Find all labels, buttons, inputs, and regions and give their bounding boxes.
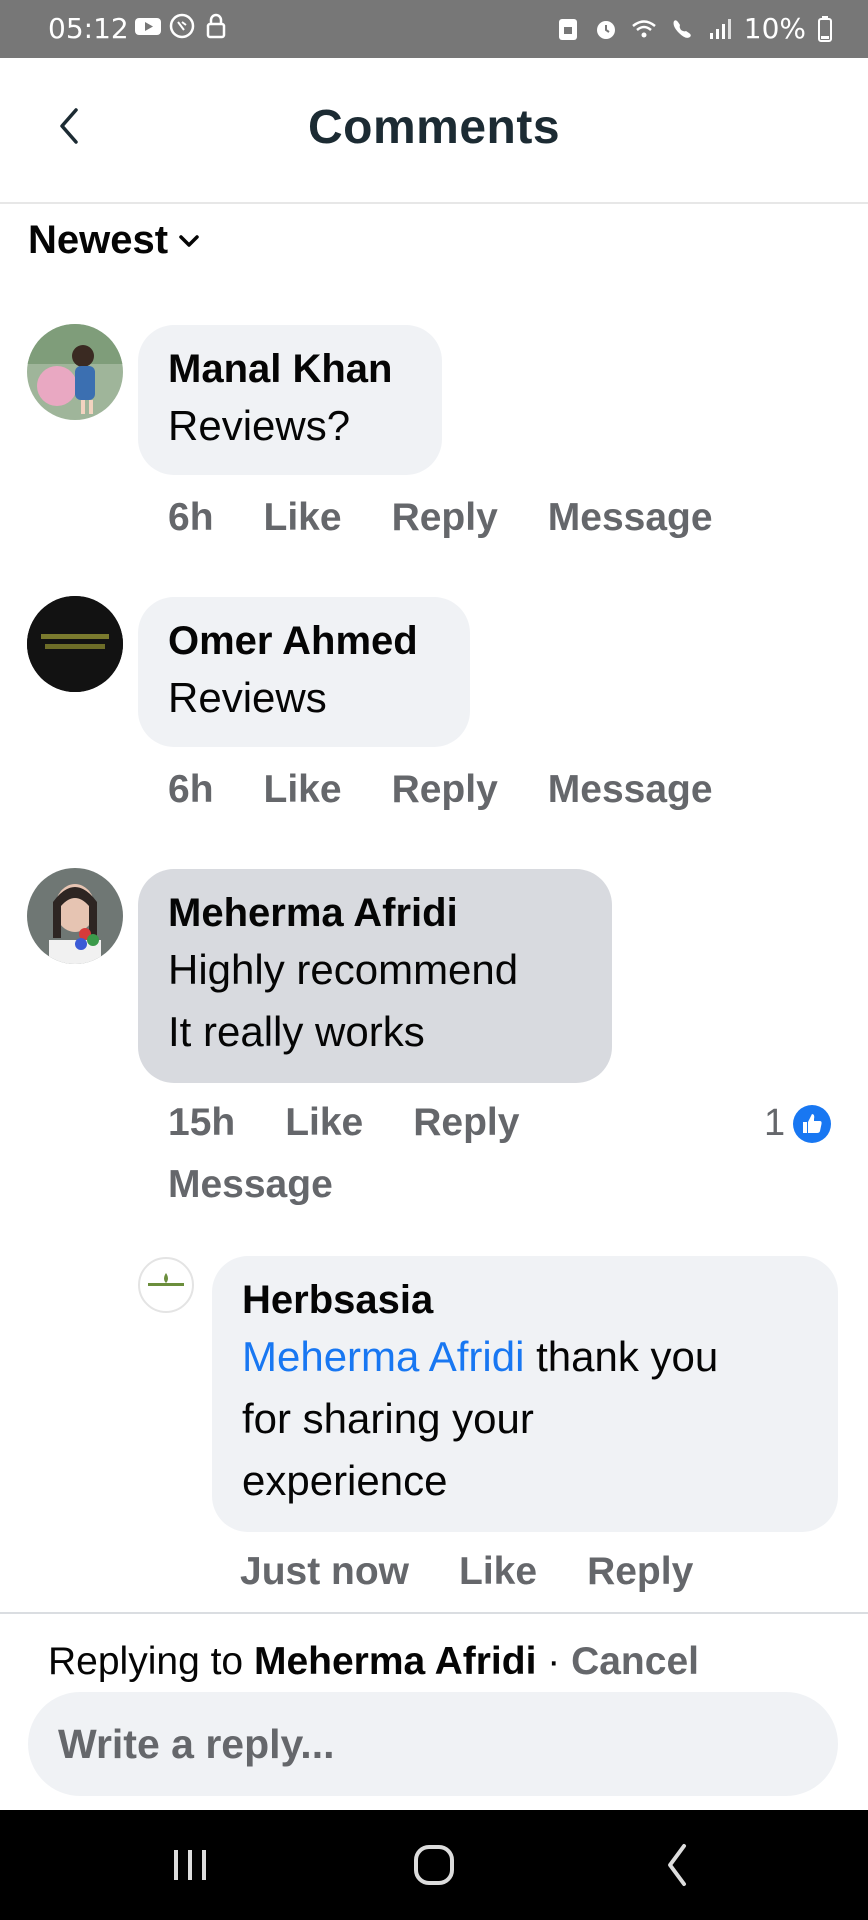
youtube-icon <box>135 18 161 35</box>
status-left-icons <box>134 12 230 40</box>
battery-percent: 10% <box>743 12 806 45</box>
lock-icon <box>206 13 226 39</box>
status-time: 05:12 <box>48 12 129 45</box>
avatar[interactable] <box>27 324 123 420</box>
avatar[interactable] <box>27 868 123 964</box>
reply-text-line: for sharing your <box>242 1395 534 1442</box>
like-button[interactable]: Like <box>264 768 342 812</box>
cancel-button[interactable]: Cancel <box>571 1640 699 1683</box>
replying-prefix: Replying to <box>48 1640 254 1683</box>
reply-composer: Replying to Meherma Afridi · Cancel <box>0 1612 868 1812</box>
comment-time: 15h <box>168 1101 236 1144</box>
reply-time: Just now <box>240 1550 410 1593</box>
avatar-image <box>27 324 123 420</box>
comment-actions-overflow: Message <box>168 1163 333 1207</box>
like-button[interactable]: Like <box>264 496 342 540</box>
reply-actions: Just now Like Reply <box>240 1550 693 1594</box>
wifi-icon <box>631 19 656 37</box>
reply-button[interactable]: Reply <box>392 496 498 540</box>
call-icon <box>673 19 691 38</box>
recent-apps-icon[interactable] <box>160 1840 220 1890</box>
comment-text: Reviews? <box>168 402 351 449</box>
reply-author[interactable]: Herbsasia <box>242 1274 808 1326</box>
comment-bubble[interactable]: Omer Ahmed Reviews <box>138 597 470 747</box>
page-title: Comments <box>307 101 561 154</box>
reply-text-line: experience <box>242 1457 448 1504</box>
comment-actions: 6h Like Reply Message <box>168 768 713 812</box>
reply-text-line: Meherma Afridi thank you <box>242 1326 808 1388</box>
comment-time: 6h <box>168 496 214 539</box>
message-button[interactable]: Message <box>168 1163 333 1207</box>
comment-author[interactable]: Meherma Afridi <box>168 887 582 939</box>
battery-icon <box>818 15 832 42</box>
comment-text-line: It really works <box>168 1008 425 1055</box>
comment-author[interactable]: Manal Khan <box>168 343 412 395</box>
replying-to: Replying to Meherma Afridi · Cancel <box>48 1640 699 1684</box>
comment-bubble[interactable]: Meherma Afridi Highly recommend It reall… <box>138 869 612 1083</box>
avatar[interactable] <box>138 1257 194 1313</box>
mention-link[interactable]: Meherma Afridi <box>242 1333 524 1380</box>
message-button[interactable]: Message <box>548 496 713 540</box>
comment-bubble[interactable]: Manal Khan Reviews? <box>138 325 442 475</box>
status-bar: 05:12 10% <box>0 0 868 58</box>
reply-button[interactable]: Reply <box>392 768 498 812</box>
like-reaction-icon <box>793 1104 832 1143</box>
reaction-count-number: 1 <box>764 1102 786 1144</box>
herbsasia-logo <box>148 1273 184 1286</box>
comment-actions: 15h Like Reply <box>168 1101 519 1145</box>
like-button[interactable]: Like <box>459 1550 537 1594</box>
reply-bubble[interactable]: Herbsasia Meherma Afridi thank you for s… <box>212 1256 838 1532</box>
back-icon[interactable] <box>648 1840 708 1890</box>
signal-icon <box>709 18 731 39</box>
comment-text: Reviews <box>168 674 327 721</box>
sort-dropdown[interactable]: Newest <box>28 218 202 263</box>
status-right-icons: 10% <box>554 12 834 45</box>
whatsapp-icon <box>169 13 195 39</box>
reply-button[interactable]: Reply <box>587 1550 693 1594</box>
comment-author[interactable]: Omer Ahmed <box>168 615 440 667</box>
separator: · <box>536 1640 572 1683</box>
message-button[interactable]: Message <box>548 768 713 812</box>
avatar-image <box>27 596 123 692</box>
replying-target: Meherma Afridi <box>253 1640 537 1683</box>
reply-button[interactable]: Reply <box>413 1101 519 1145</box>
avatar[interactable] <box>27 596 123 692</box>
comment-time: 6h <box>168 768 214 811</box>
chevron-down-icon <box>179 234 199 247</box>
sort-label: Newest <box>28 218 169 262</box>
reply-text-part: thank you <box>524 1333 719 1380</box>
comment-actions: 6h Like Reply Message <box>168 496 713 540</box>
header: Comments <box>0 58 868 204</box>
avatar-image <box>27 868 123 964</box>
comment-text-line: Highly recommend <box>168 946 519 993</box>
sim-lock-icon <box>558 18 577 40</box>
system-nav-bar <box>0 1810 868 1920</box>
home-icon[interactable] <box>404 1840 464 1890</box>
like-button[interactable]: Like <box>285 1101 363 1145</box>
reaction-count[interactable]: 1 <box>764 1102 833 1145</box>
alarm-icon <box>596 20 615 39</box>
reply-input[interactable] <box>28 1692 838 1796</box>
